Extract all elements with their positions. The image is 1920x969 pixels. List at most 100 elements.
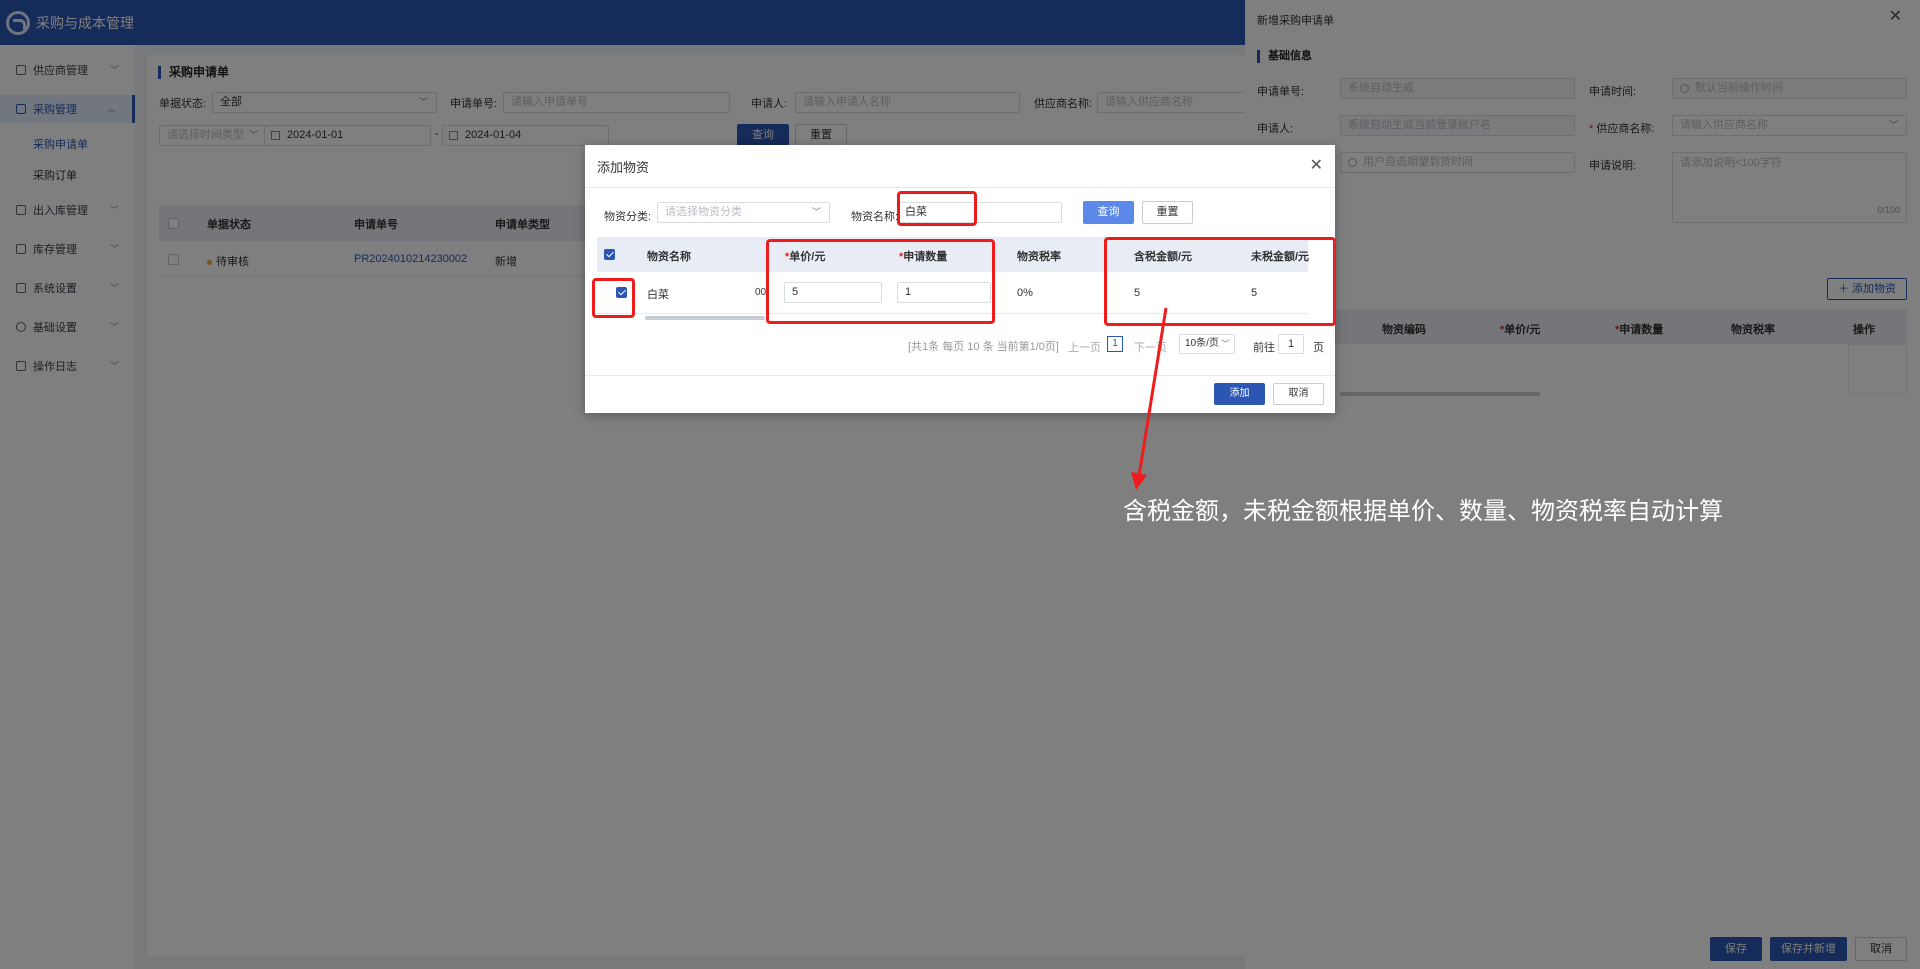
status-filter-select[interactable]: 全部 ﹀ <box>212 92 437 113</box>
pagination-goto-label: 前往 <box>1253 342 1275 354</box>
drawer-req-time-placeholder: 默认当前操作时间 <box>1695 82 1783 94</box>
modal-footer-divider <box>585 375 1335 376</box>
drawer-supplier-placeholder: 请输入供应商名称 <box>1680 119 1768 131</box>
modal-row-tax-rate: 0% <box>1017 287 1033 299</box>
col-unit-price: *单价/元 <box>1500 324 1541 336</box>
drawer-remark-placeholder: 请添加说明<100字符 <box>1680 157 1782 169</box>
drawer-req-time-label: 申请时间: <box>1589 86 1637 98</box>
row-status-text: 待审核 <box>216 256 249 268</box>
chevron-down-icon: ﹀ <box>109 244 119 254</box>
row-checkbox[interactable] <box>168 254 179 265</box>
supplier-icon <box>16 65 26 75</box>
chevron-down-icon: ﹀ <box>109 205 119 215</box>
app-brand[interactable]: 采购与成本管理 <box>6 10 134 36</box>
modal-query-button[interactable]: 查询 <box>1083 201 1134 224</box>
drawer-save-new-button[interactable]: 保存并新增 <box>1770 937 1847 961</box>
list-reset-button[interactable]: 重置 <box>795 124 847 146</box>
req-no-filter-input[interactable]: 请输入申请单号 <box>503 92 730 113</box>
add-material-button[interactable]: ＋ 添加物资 <box>1827 278 1907 300</box>
date-end-input[interactable]: 2024-01-04 <box>442 125 609 146</box>
plus-icon: ＋ <box>1837 283 1853 295</box>
applicant-filter-label: 申请人: <box>751 98 788 110</box>
status-dot-icon <box>207 259 212 265</box>
modal-table-scrollbar[interactable] <box>645 316 765 320</box>
drawer-section-title: 基础信息 <box>1257 50 1312 63</box>
row-req-no-link[interactable]: PR2024010214230002 <box>354 253 467 265</box>
highlight-name-input <box>897 191 977 226</box>
col-material-code: 物资编码 <box>1382 324 1426 336</box>
chevron-down-icon: ﹀ <box>811 207 821 217</box>
select-all-checkbox[interactable] <box>168 218 179 229</box>
drawer-applicant-input: 系统自动生成当前登录账户名 <box>1340 115 1575 136</box>
sidebar-item-label: 库存管理 <box>33 244 77 256</box>
time-type-select[interactable]: 请选择时间类型 ﹀ <box>159 125 267 146</box>
drawer-table-header: 物资编码 *单价/元 *申请数量 物资税率 操作 <box>1257 310 1907 344</box>
sidebar-item-label: 系统设置 <box>33 283 77 295</box>
chevron-down-icon: ﹀ <box>248 130 258 140</box>
calendar-icon <box>449 131 458 140</box>
drawer-req-no-input: 系统自动生成 <box>1340 78 1575 99</box>
drawer-req-no-label: 申请单号: <box>1257 86 1305 98</box>
sidebar-item-inventory[interactable]: 库存管理 ﹀ <box>0 238 135 260</box>
chevron-down-icon: ﹀ <box>1220 339 1230 349</box>
sidebar-item-label: 基础设置 <box>33 322 77 334</box>
sidebar-item-supplier[interactable]: 供应商管理 ﹀ <box>0 59 135 81</box>
supplier-filter-label: 供应商名称: <box>1034 98 1093 110</box>
row-status: 待审核 <box>207 253 249 269</box>
supplier-filter-input[interactable]: 请输入供应商名称 <box>1097 92 1247 113</box>
pagination-page-unit: 页 <box>1313 342 1324 354</box>
highlight-price-qty <box>766 239 995 324</box>
modal-close-icon[interactable]: ✕ <box>1310 158 1323 174</box>
chevron-down-icon: ﹀ <box>109 283 119 293</box>
sidebar-item-log[interactable]: 操作日志 ﹀ <box>0 355 135 377</box>
applicant-filter-input[interactable]: 请输入申请人名称 <box>795 92 1020 113</box>
modal-category-label: 物资分类: <box>604 211 652 223</box>
drawer-supplier-label: * 供应商名称: <box>1589 123 1655 135</box>
chevron-down-icon: ﹀ <box>418 97 428 107</box>
sidebar-item-label: 供应商管理 <box>33 65 88 77</box>
drawer-remark-textarea[interactable]: 请添加说明<100字符 0/100 <box>1672 152 1907 223</box>
drawer-expected-date-placeholder: 用户自选期望到货时间 <box>1363 156 1473 168</box>
date-start-value: 2024-01-01 <box>287 129 344 141</box>
pagination-prev[interactable]: 上一页 <box>1068 339 1101 355</box>
sidebar-subitem-purchase-request[interactable]: 采购申请单 <box>33 136 88 152</box>
sidebar-item-purchase[interactable]: 采购管理 ︿ <box>0 95 135 123</box>
status-filter-value: 全部 <box>220 96 242 108</box>
modal-select-all-checkbox[interactable] <box>604 249 615 260</box>
sidebar-subitem-purchase-order[interactable]: 采购订单 <box>33 167 77 183</box>
system-icon <box>16 283 26 293</box>
modal-row-name: 白菜 <box>647 289 669 301</box>
inventory-icon <box>16 244 26 254</box>
pagination-goto-input[interactable]: 1 <box>1278 334 1304 354</box>
time-type-placeholder: 请选择时间类型 <box>167 129 244 141</box>
drawer-req-time-input: 默认当前操作时间 <box>1672 78 1907 99</box>
modal-title: 添加物资 <box>597 160 650 175</box>
pagination-page-size-select[interactable]: 10条/页 ﹀ <box>1179 334 1235 354</box>
list-query-button[interactable]: 查询 <box>737 124 789 146</box>
modal-reset-button[interactable]: 重置 <box>1142 201 1193 224</box>
app-title: 采购与成本管理 <box>36 15 134 31</box>
highlight-row-checkbox <box>592 278 635 318</box>
col-action: 操作 <box>1853 324 1875 336</box>
drawer-cancel-button[interactable]: 取消 <box>1855 937 1907 961</box>
drawer-action-column <box>1848 344 1907 394</box>
sidebar-item-inout[interactable]: 出入库管理 ﹀ <box>0 199 135 221</box>
pagination-current-page[interactable]: 1 <box>1107 336 1123 352</box>
create-request-drawer: 新增采购申请单 ✕ 基础信息 申请单号: 系统自动生成 申请时间: 默认当前操作… <box>1245 0 1920 969</box>
add-material-label: 添加物资 <box>1852 283 1897 295</box>
col-qty-text: 申请数量 <box>1619 324 1664 336</box>
drawer-remark-count: 0/100 <box>1877 205 1900 215</box>
drawer-save-button[interactable]: 保存 <box>1710 937 1762 961</box>
modal-cancel-button[interactable]: 取消 <box>1273 383 1324 405</box>
drawer-supplier-select[interactable]: 请输入供应商名称 ﹀ <box>1672 115 1907 136</box>
modal-add-button[interactable]: 添加 <box>1214 383 1265 405</box>
modal-category-select[interactable]: 请选择物资分类 ﹀ <box>657 202 830 223</box>
sidebar-item-basic[interactable]: 基础设置 ﹀ <box>0 316 135 338</box>
drawer-close-icon[interactable]: ✕ <box>1889 9 1902 25</box>
chevron-up-icon: ︿ <box>106 104 116 114</box>
chevron-down-icon: ﹀ <box>109 65 119 75</box>
drawer-table-scrollbar[interactable] <box>1340 392 1540 396</box>
date-start-input[interactable]: 2024-01-01 <box>264 125 431 146</box>
sidebar-item-system[interactable]: 系统设置 ﹀ <box>0 277 135 299</box>
drawer-expected-date-input[interactable]: 用户自选期望到货时间 <box>1340 152 1575 173</box>
